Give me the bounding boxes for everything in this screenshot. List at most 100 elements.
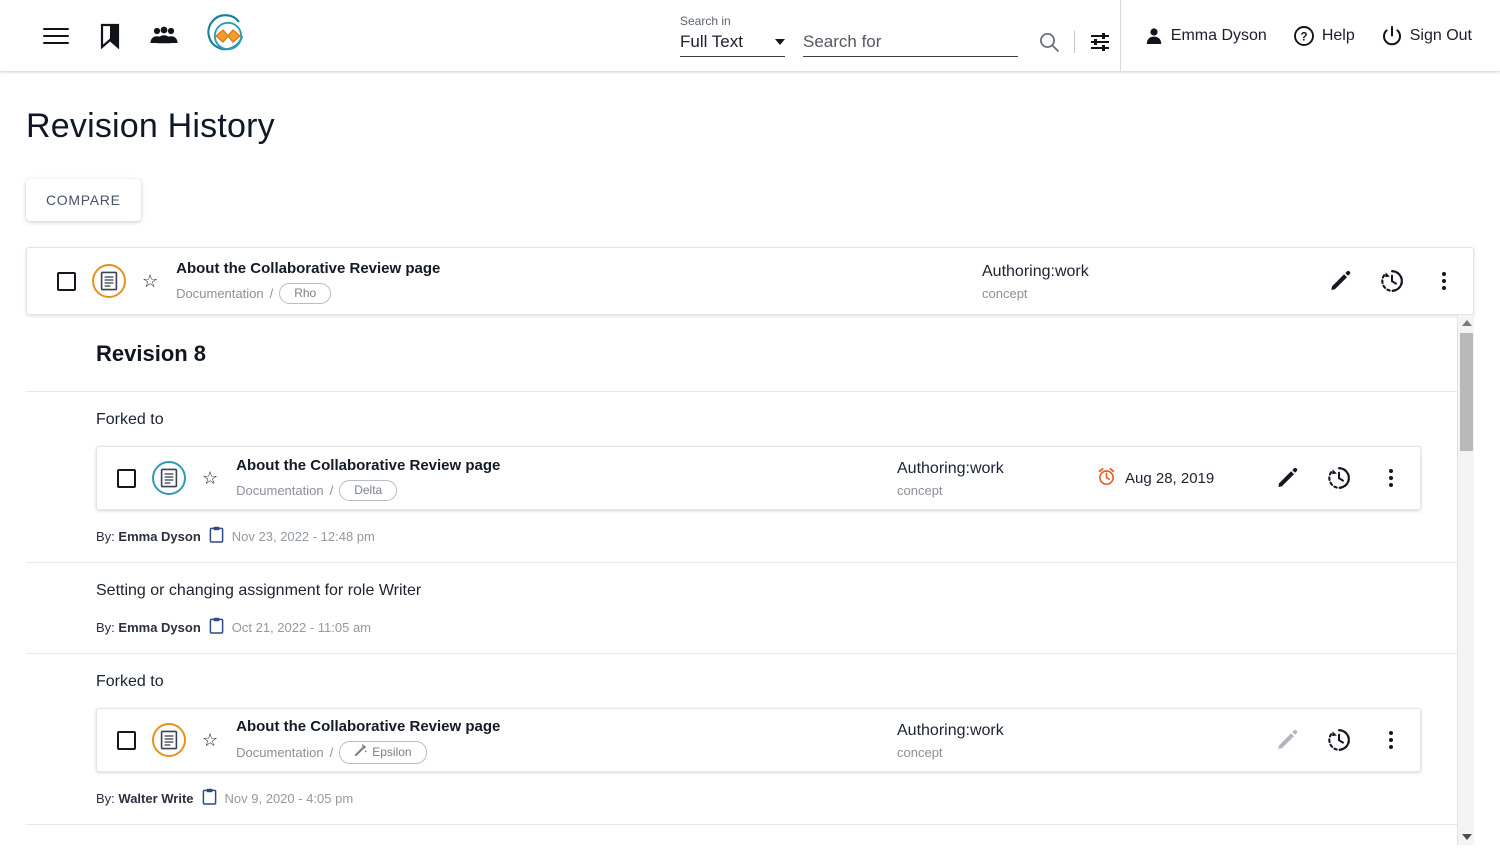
history-icon[interactable] [1379, 268, 1405, 294]
document-folder: Documentation [236, 744, 324, 760]
page-title: Revision History [26, 107, 275, 145]
favorite-star-icon[interactable]: ☆ [142, 272, 158, 290]
document-type: concept [982, 285, 1028, 301]
history-icon[interactable] [1326, 465, 1352, 491]
history-clock-glyph [1381, 270, 1403, 292]
page-content: Revision History COMPARE ☆ About the Col… [0, 71, 1500, 850]
filter-settings-glyph [1091, 33, 1109, 51]
event-byline: By: Emma Dyson Nov 23, 2022 - 12:48 pm [96, 526, 1457, 546]
search-divider [1074, 31, 1075, 53]
search-icon[interactable] [1036, 29, 1062, 55]
document-workflow-meta: Authoring:work concept [897, 459, 1004, 498]
breadcrumb-separator: / [329, 744, 334, 760]
account-area: Emma Dyson ? Help Sign Out [1144, 0, 1472, 71]
triangle-up-icon [1461, 320, 1472, 326]
header-nav-icon-group [0, 13, 250, 58]
forked-document-row: ☆ About the Collaborative Review page Do… [96, 708, 1421, 772]
document-chip-label: Delta [354, 482, 383, 497]
scroll-up-arrow[interactable] [1458, 315, 1475, 331]
people-icon[interactable] [148, 20, 180, 52]
more-options-icon[interactable] [1378, 465, 1404, 491]
breadcrumb-separator: / [329, 482, 334, 498]
event-author: By: Walter Write [96, 790, 194, 806]
user-account-button[interactable]: Emma Dyson [1144, 26, 1267, 46]
scrollbar-thumb[interactable] [1460, 333, 1473, 451]
hamburger-lines [43, 23, 69, 49]
svg-text:?: ? [1300, 31, 1307, 43]
search-glyph [1040, 33, 1059, 52]
workflow-state: Authoring:work [897, 721, 1004, 739]
pencil-glyph [1331, 270, 1351, 290]
search-input-wrapper[interactable] [803, 32, 1018, 57]
favorite-star-icon[interactable]: ☆ [202, 731, 218, 749]
history-clock-glyph [1328, 467, 1350, 489]
search-action-group [1036, 29, 1113, 57]
select-checkbox[interactable] [117, 730, 136, 750]
event-author: By: Emma Dyson [96, 528, 201, 544]
document-breadcrumb: Documentation / Rho [176, 282, 440, 304]
revision-event-1: Setting or changing assignment for role … [26, 562, 1457, 653]
event-author: By: Emma Dyson [96, 619, 201, 635]
sign-out-button[interactable]: Sign Out [1381, 25, 1472, 47]
select-checkbox[interactable] [57, 271, 76, 291]
forked-document-row: ☆ About the Collaborative Review page Do… [96, 446, 1421, 510]
event-title: Checked in [96, 843, 1457, 845]
vertical-scrollbar[interactable] [1457, 315, 1474, 845]
app-logo[interactable] [206, 13, 250, 58]
edit-icon[interactable] [1274, 465, 1300, 491]
kebab-dots [1389, 469, 1393, 487]
edit-icon[interactable] [1327, 268, 1353, 294]
compare-toolbar: COMPARE [26, 179, 1474, 221]
help-button[interactable]: ? Help [1293, 25, 1355, 47]
pencil-glyph [1278, 467, 1298, 487]
select-checkbox[interactable] [117, 468, 136, 488]
due-date-label: Aug 28, 2019 [1125, 469, 1215, 487]
document-title[interactable]: About the Collaborative Review page [176, 259, 440, 278]
document-header-row: ☆ About the Collaborative Review page Do… [26, 247, 1474, 315]
document-type-badge[interactable] [152, 723, 186, 757]
event-timestamp: Nov 23, 2022 - 12:48 pm [231, 528, 375, 544]
menu-icon[interactable] [40, 20, 72, 52]
revision-list: Revision 8 Forked to ☆ About the Collabo… [26, 315, 1457, 845]
event-card-wrapper: ☆ About the Collaborative Review page Do… [96, 446, 1457, 510]
edit-icon [1274, 727, 1300, 753]
revision-event-2: Forked to ☆ About the Collaborative Revi… [26, 653, 1457, 824]
triangle-down-icon [1461, 834, 1472, 840]
revision-scroll-panel: Revision 8 Forked to ☆ About the Collabo… [26, 315, 1474, 845]
search-scope-group: Search in Full Text [680, 14, 785, 57]
search-scope-select[interactable]: Full Text [680, 32, 785, 57]
document-info: About the Collaborative Review page Docu… [236, 456, 500, 501]
sign-out-label: Sign Out [1409, 26, 1472, 44]
clipboard-glyph [209, 617, 224, 634]
document-title[interactable]: About the Collaborative Review page [236, 717, 500, 736]
document-type-badge[interactable] [152, 461, 186, 495]
clipboard-glyph [209, 526, 224, 543]
document-info: About the Collaborative Review page Docu… [176, 259, 440, 304]
compare-button[interactable]: COMPARE [26, 179, 141, 221]
document-info: About the Collaborative Review page Docu… [236, 717, 500, 764]
document-chip[interactable]: Epsilon [339, 740, 427, 764]
clipboard-glyph [202, 788, 216, 805]
search-in-label: Search in [680, 14, 731, 28]
clipboard-icon [209, 617, 224, 637]
more-options-icon[interactable] [1378, 727, 1404, 753]
search-input[interactable] [803, 32, 1018, 52]
pencil-glyph [1278, 729, 1298, 749]
document-type-badge[interactable] [92, 264, 126, 298]
document-chip[interactable]: Rho [279, 282, 332, 304]
history-icon[interactable] [1326, 727, 1352, 753]
favorite-star-icon[interactable]: ☆ [202, 469, 218, 487]
document-row-actions [1274, 465, 1404, 491]
document-title[interactable]: About the Collaborative Review page [236, 456, 500, 475]
document-folder: Documentation [236, 482, 324, 498]
bookmark-glyph [100, 23, 120, 49]
document-type: concept [897, 744, 943, 760]
revision-heading: Revision 8 [96, 341, 207, 366]
document-chip[interactable]: Delta [339, 479, 398, 501]
more-options-icon[interactable] [1431, 268, 1457, 294]
filter-settings-icon[interactable] [1087, 29, 1113, 55]
bookmark-icon[interactable] [94, 20, 126, 52]
power-icon [1382, 25, 1401, 45]
scroll-down-arrow[interactable] [1458, 829, 1475, 845]
user-name-label: Emma Dyson [1170, 26, 1267, 44]
